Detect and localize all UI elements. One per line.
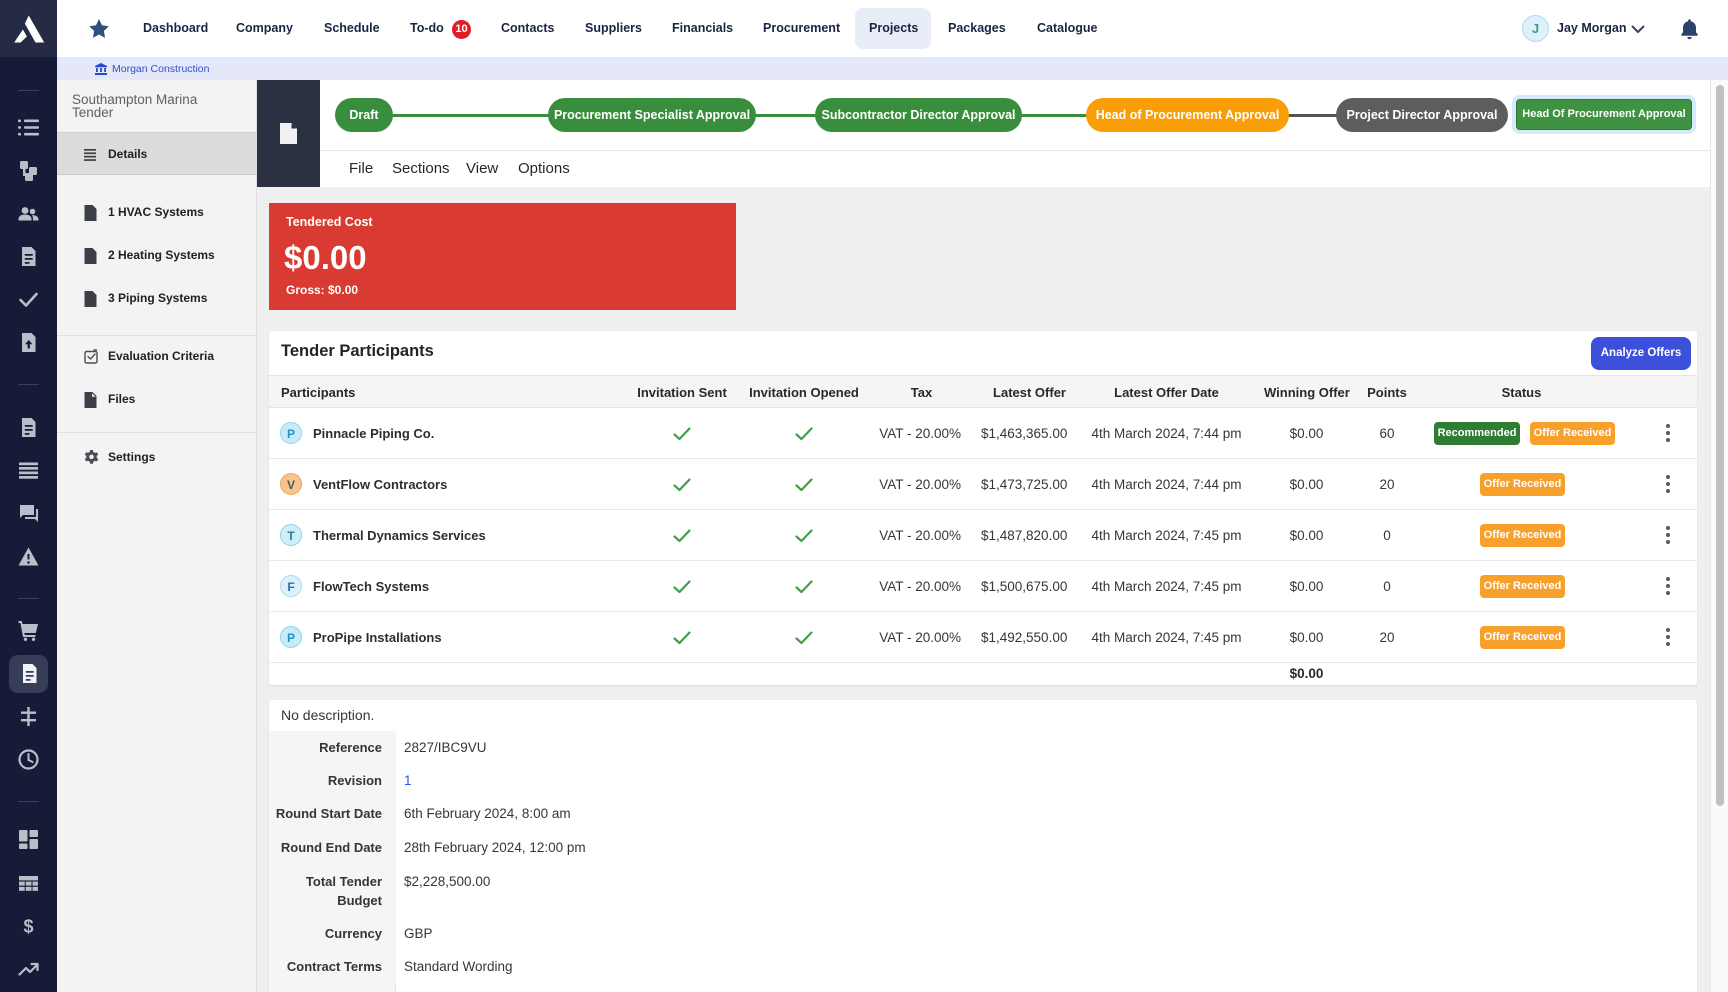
svg-text:$: $ — [23, 917, 33, 937]
